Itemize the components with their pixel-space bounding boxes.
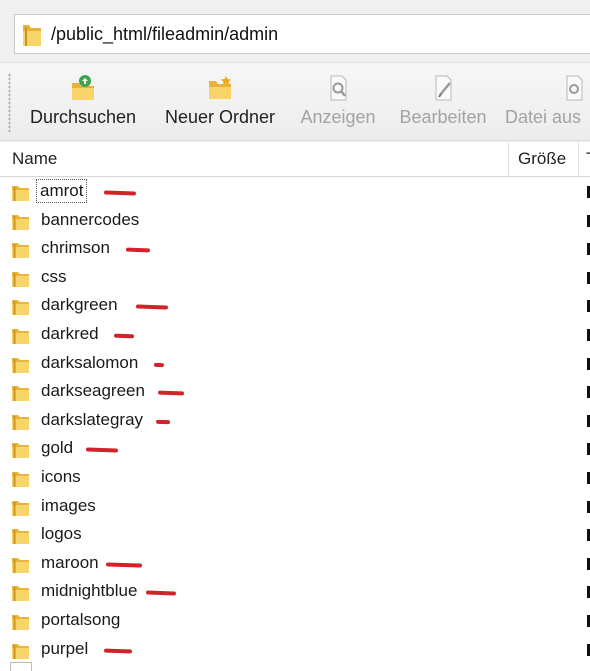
column-divider[interactable] bbox=[578, 142, 579, 176]
folder-row[interactable]: gold bbox=[0, 435, 590, 464]
view-icon bbox=[330, 75, 347, 101]
new-folder-button[interactable]: Neuer Ordner bbox=[158, 73, 282, 137]
column-header-row: Name Größe T bbox=[0, 142, 590, 177]
new-folder-icon bbox=[209, 76, 231, 99]
folder-name: portalsong bbox=[41, 609, 121, 629]
folder-name: css bbox=[41, 266, 67, 286]
execute-button[interactable]: Datei aus bbox=[505, 73, 590, 137]
folder-name: logos bbox=[41, 524, 82, 544]
folder-icon bbox=[11, 326, 31, 351]
folder-row[interactable]: darkgreen bbox=[0, 292, 590, 321]
folder-icon bbox=[11, 526, 31, 551]
folder-icon bbox=[21, 22, 43, 53]
annotation-mark bbox=[153, 362, 165, 367]
file-icon bbox=[10, 662, 32, 671]
folder-name: darksalomon bbox=[41, 352, 139, 372]
folder-name: purpel bbox=[41, 638, 89, 658]
folder-icon bbox=[11, 297, 31, 322]
folder-icon bbox=[11, 555, 31, 580]
folder-name: images bbox=[41, 495, 96, 515]
folder-row[interactable]: css bbox=[0, 264, 590, 293]
column-header-type[interactable]: T bbox=[586, 149, 590, 169]
execute-icon bbox=[566, 75, 583, 101]
folder-name: darkred bbox=[41, 323, 99, 343]
folder-icon bbox=[11, 583, 31, 608]
folder-name: gold bbox=[41, 438, 74, 458]
folder-icon bbox=[11, 498, 31, 523]
browse-button[interactable]: Durchsuchen bbox=[24, 73, 142, 137]
folder-name: amrot bbox=[36, 179, 88, 203]
folder-name: midnightblue bbox=[41, 581, 138, 601]
column-header-name[interactable]: Name bbox=[12, 149, 57, 169]
address-bar-area: /public_html/fileadmin/admin ▼ bbox=[0, 0, 590, 62]
execute-label: Datei aus bbox=[505, 107, 582, 127]
folder-row[interactable]: maroon bbox=[0, 550, 590, 579]
edit-label: Bearbeiten bbox=[399, 107, 487, 127]
folder-icon bbox=[11, 183, 31, 208]
folder-row[interactable]: images bbox=[0, 493, 590, 522]
folder-row[interactable]: logos bbox=[0, 521, 590, 550]
edit-icon bbox=[435, 75, 452, 101]
folder-icon bbox=[11, 440, 31, 465]
toolbar-grip[interactable] bbox=[8, 73, 11, 133]
path-text: /public_html/fileadmin/admin bbox=[51, 24, 279, 44]
folder-name: icons bbox=[41, 466, 81, 486]
folder-row[interactable]: bannercodes bbox=[0, 207, 590, 236]
annotation-mark bbox=[125, 247, 151, 253]
file-list: amrot bannercodes chrimson css darkgreen dark… bbox=[0, 178, 590, 664]
annotation-mark bbox=[85, 447, 119, 453]
folder-row[interactable]: darkslategray bbox=[0, 407, 590, 436]
annotation-mark bbox=[155, 419, 171, 424]
folder-icon bbox=[11, 412, 31, 437]
column-header-size[interactable]: Größe bbox=[518, 149, 566, 169]
folder-row[interactable]: darkseagreen bbox=[0, 378, 590, 407]
annotation-mark bbox=[113, 333, 135, 339]
folder-icon bbox=[11, 612, 31, 637]
folder-row[interactable]: darkred bbox=[0, 321, 590, 350]
folder-row[interactable]: amrot bbox=[0, 178, 590, 207]
folder-name: darkseagreen bbox=[41, 381, 145, 401]
view-label: Anzeigen bbox=[300, 107, 376, 127]
folder-name: maroon bbox=[41, 552, 99, 572]
path-combobox[interactable]: /public_html/fileadmin/admin ▼ bbox=[14, 14, 590, 54]
annotation-mark bbox=[135, 304, 169, 310]
folder-icon bbox=[11, 469, 31, 494]
browse-label: Durchsuchen bbox=[29, 107, 137, 127]
folder-icon bbox=[11, 383, 31, 408]
annotation-mark bbox=[145, 590, 177, 596]
folder-row[interactable]: chrimson bbox=[0, 235, 590, 264]
folder-row[interactable]: icons bbox=[0, 464, 590, 493]
folder-row[interactable]: midnightblue bbox=[0, 578, 590, 607]
new-folder-label: Neuer Ordner bbox=[164, 107, 276, 127]
annotation-mark bbox=[105, 562, 143, 568]
folder-search-icon bbox=[72, 75, 94, 100]
annotation-mark bbox=[157, 390, 185, 396]
folder-name: darkgreen bbox=[41, 295, 118, 315]
folder-icon bbox=[11, 212, 31, 237]
folder-icon bbox=[11, 240, 31, 265]
annotation-mark bbox=[103, 648, 133, 653]
toolbar-divider bbox=[0, 140, 590, 141]
folder-row[interactable]: purpel bbox=[0, 636, 590, 665]
folder-row[interactable]: darksalomon bbox=[0, 350, 590, 379]
folder-name: chrimson bbox=[41, 238, 110, 258]
column-divider[interactable] bbox=[508, 142, 509, 176]
annotation-mark bbox=[103, 190, 137, 196]
view-button[interactable]: Anzeigen bbox=[296, 73, 380, 137]
folder-icon bbox=[11, 355, 31, 380]
toolbar: Durchsuchen Neuer Ordner Anzeigen Bearbe… bbox=[0, 62, 590, 143]
folder-icon bbox=[11, 269, 31, 294]
folder-name: bannercodes bbox=[41, 209, 140, 229]
folder-row[interactable]: portalsong bbox=[0, 607, 590, 636]
edit-button[interactable]: Bearbeiten bbox=[395, 73, 491, 137]
folder-name: darkslategray bbox=[41, 409, 144, 429]
